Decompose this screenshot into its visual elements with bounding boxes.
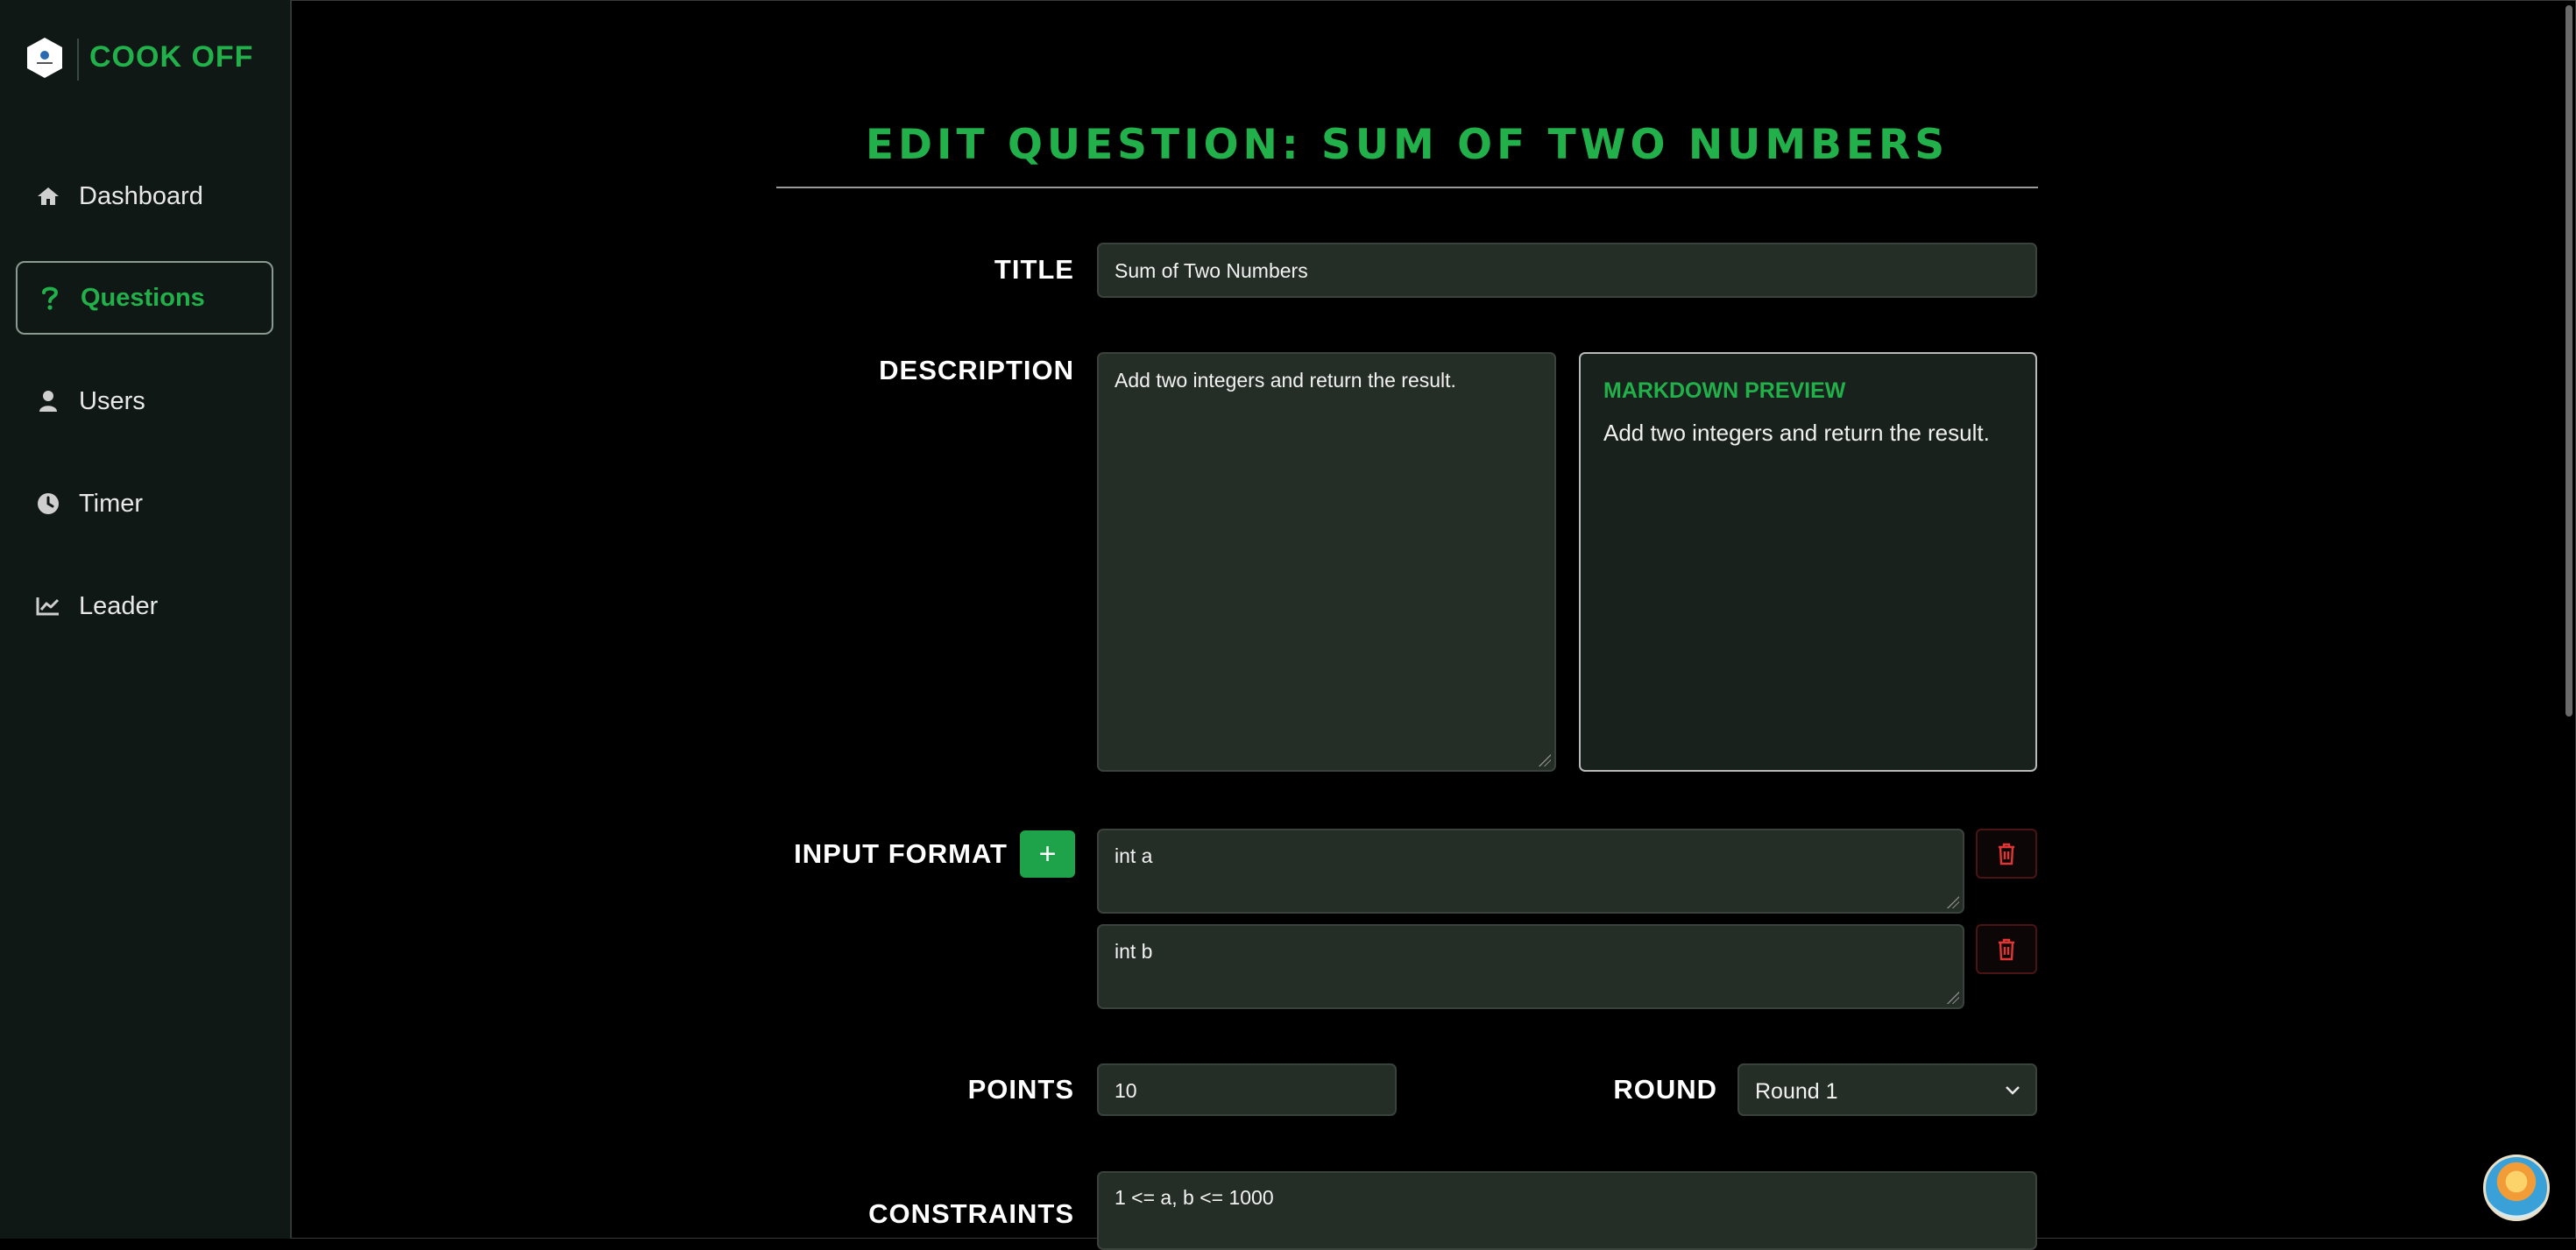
points-value: 10 xyxy=(1115,1079,1137,1102)
sidebar-item-leader[interactable]: Leader xyxy=(16,569,273,643)
input-format-value: int a xyxy=(1115,844,1153,867)
add-input-format-button[interactable]: + xyxy=(1020,830,1075,878)
resize-handle[interactable] xyxy=(1947,896,1959,908)
sidebar-item-dashboard[interactable]: Dashboard xyxy=(16,159,273,233)
input-format-label: INPUT FORMAT xyxy=(794,838,1008,869)
sidebar-item-questions[interactable]: Questions xyxy=(16,261,273,335)
round-label: ROUND xyxy=(1613,1074,1717,1105)
round-value: Round 1 xyxy=(1755,1079,1838,1104)
title-input[interactable]: Sum of Two Numbers xyxy=(1097,243,2037,298)
description-value: Add two integers and return the result. xyxy=(1115,369,1456,392)
logo-divider xyxy=(77,39,79,81)
sidebar-item-label: Dashboard xyxy=(79,181,203,210)
delete-input-format-button[interactable] xyxy=(1976,829,2037,879)
constraints-value: 1 <= a, b <= 1000 xyxy=(1115,1186,1274,1209)
title-divider xyxy=(776,187,2038,188)
logo-icon xyxy=(27,38,62,78)
title-label: TITLE xyxy=(994,254,1074,285)
avatar[interactable] xyxy=(2483,1155,2550,1221)
sidebar-item-users[interactable]: Users xyxy=(16,364,273,438)
scrollbar-thumb[interactable] xyxy=(2565,5,2572,717)
markdown-preview: MARKDOWN PREVIEW Add two integers and re… xyxy=(1579,352,2037,772)
input-format-field[interactable]: int a xyxy=(1097,829,1964,914)
delete-input-format-button[interactable] xyxy=(1976,924,2037,974)
constraints-label: CONSTRAINTS xyxy=(868,1198,1074,1229)
chevron-down-icon xyxy=(2006,1086,2020,1095)
input-format-value: int b xyxy=(1115,940,1153,963)
sidebar-item-timer[interactable]: Timer xyxy=(16,467,273,540)
trash-icon xyxy=(1999,843,2014,865)
description-textarea[interactable]: Add two integers and return the result. xyxy=(1097,352,1556,772)
brand-name: COOK OFF xyxy=(89,40,254,74)
sidebar-item-label: Timer xyxy=(79,489,144,518)
title-input-value: Sum of Two Numbers xyxy=(1115,259,1308,282)
sidebar-item-label: Users xyxy=(79,386,145,415)
description-label: DESCRIPTION xyxy=(879,355,1074,385)
sidebar-item-label: Leader xyxy=(79,591,159,620)
points-label: POINTS xyxy=(967,1074,1074,1105)
sidebar-item-label: Questions xyxy=(81,283,205,312)
page-title: EDIT QUESTION: SUM OF TWO NUMBERS xyxy=(865,121,1950,169)
user-icon xyxy=(33,386,63,416)
sidebar: COOK OFF Dashboard Questions Users Timer… xyxy=(0,0,292,1239)
points-input[interactable]: 10 xyxy=(1097,1063,1397,1116)
round-select[interactable]: Round 1 xyxy=(1737,1063,2037,1116)
resize-handle[interactable] xyxy=(1947,992,1959,1004)
question-icon xyxy=(35,283,65,313)
chart-line-icon xyxy=(33,591,63,621)
trash-icon xyxy=(1999,938,2014,960)
resize-handle[interactable] xyxy=(1539,754,1551,766)
input-format-field[interactable]: int b xyxy=(1097,924,1964,1009)
home-icon xyxy=(33,181,63,211)
clock-icon xyxy=(33,489,63,519)
markdown-preview-title: MARKDOWN PREVIEW xyxy=(1603,378,1846,403)
markdown-preview-body: Add two integers and return the result. xyxy=(1603,420,1990,446)
